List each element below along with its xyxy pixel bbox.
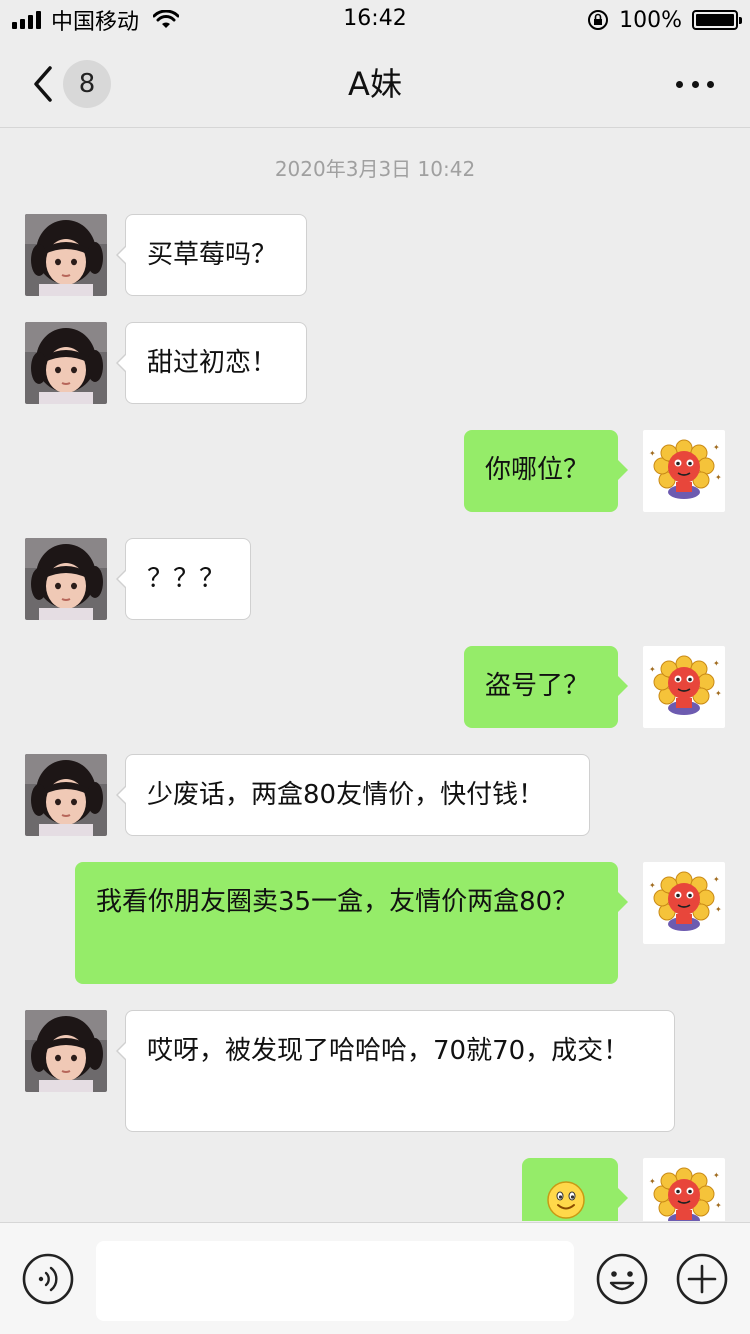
message-bubble[interactable]: 你哪位？ <box>464 430 628 512</box>
contact-avatar[interactable] <box>25 1010 107 1092</box>
message-bubble[interactable]: 买草莓吗？ <box>116 214 307 296</box>
message-bubble[interactable]: ？？？ <box>116 538 251 620</box>
svg-text:✦: ✦ <box>713 443 720 452</box>
message-timestamp: 2020年3月3日 10:42 <box>274 157 476 181</box>
my-avatar[interactable]: ✦ ✦ ✦ <box>643 862 725 944</box>
svg-text:✦: ✦ <box>649 449 656 458</box>
sunflower-avatar-image: ✦ ✦ ✦ <box>643 646 725 728</box>
svg-text:✦: ✦ <box>715 473 722 482</box>
message-bubble[interactable]: 少废话，两盒80友情价，快付钱！ <box>116 754 590 836</box>
contact-avatar[interactable] <box>25 754 107 836</box>
svg-text:✦: ✦ <box>649 1177 656 1186</box>
message-input[interactable] <box>96 1241 574 1321</box>
svg-text:✦: ✦ <box>649 881 656 890</box>
more-button[interactable] <box>676 76 714 92</box>
battery-label: 100% <box>619 7 682 33</box>
message-bubble[interactable]: 甜过初恋！ <box>116 322 307 404</box>
plus-icon[interactable] <box>676 1253 728 1305</box>
girl-avatar-image <box>25 214 107 296</box>
girl-avatar-image <box>25 1010 107 1092</box>
svg-text:✦: ✦ <box>715 905 722 914</box>
svg-text:✦: ✦ <box>713 659 720 668</box>
more-dots-icon <box>676 80 683 88</box>
my-avatar[interactable]: ✦ ✦ ✦ <box>643 430 725 512</box>
svg-text:✦: ✦ <box>713 1171 720 1180</box>
my-avatar[interactable]: ✦ ✦ ✦ <box>643 1158 725 1221</box>
smile-emoji-icon <box>547 1181 585 1219</box>
chat-header: 8 A妹 <box>0 40 750 128</box>
sunflower-avatar-image: ✦ ✦ ✦ <box>643 430 725 512</box>
svg-text:✦: ✦ <box>715 689 722 698</box>
svg-text:✦: ✦ <box>715 1201 722 1210</box>
input-bar <box>0 1222 750 1334</box>
girl-avatar-image <box>25 538 107 620</box>
rotation-lock-icon <box>588 10 609 30</box>
chat-title: A妹 <box>348 65 402 103</box>
contact-avatar[interactable] <box>25 538 107 620</box>
sunflower-avatar-image: ✦ ✦ ✦ <box>643 1158 725 1221</box>
status-right: 100% <box>587 6 742 34</box>
message-bubble[interactable]: 我看你朋友圈卖35一盒，友情价两盒80？ <box>75 862 628 984</box>
sunflower-avatar-image: ✦ ✦ ✦ <box>643 862 725 944</box>
battery-icon <box>692 10 742 30</box>
message-bubble[interactable] <box>522 1158 628 1221</box>
contact-avatar[interactable] <box>25 214 107 296</box>
contact-avatar[interactable] <box>25 322 107 404</box>
status-bar: 中国移动 16:42 100% <box>0 0 750 40</box>
svg-text:✦: ✦ <box>713 875 720 884</box>
voice-icon[interactable] <box>22 1253 74 1305</box>
message-bubble[interactable]: 盗号了？ <box>464 646 628 728</box>
message-list[interactable]: 2020年3月3日 10:42 买草莓吗？ 甜过初恋！ 你哪位？ ✦ ✦ ✦ ？？？… <box>0 129 750 1221</box>
girl-avatar-image <box>25 322 107 404</box>
svg-text:✦: ✦ <box>649 665 656 674</box>
girl-avatar-image <box>25 754 107 836</box>
emoji-face-icon[interactable] <box>596 1253 648 1305</box>
my-avatar[interactable]: ✦ ✦ ✦ <box>643 646 725 728</box>
message-bubble[interactable]: 哎呀，被发现了哈哈哈，70就70，成交！ <box>116 1010 675 1132</box>
